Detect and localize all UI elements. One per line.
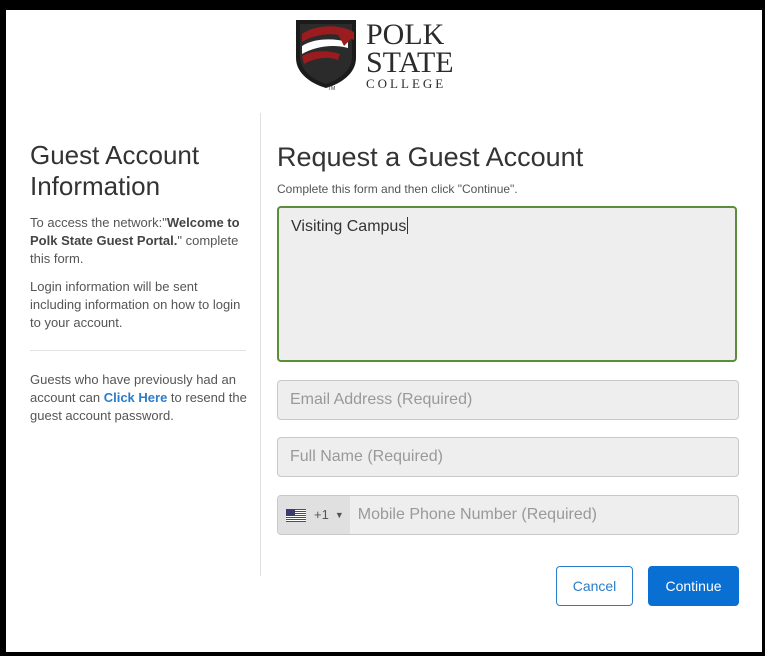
logo-line3: COLLEGE	[366, 76, 446, 91]
column-divider	[260, 113, 261, 576]
request-form-header: Request a Guest Account Complete this fo…	[277, 140, 739, 196]
eagle-shield-icon: TM POLK STATE COLLEGE	[296, 18, 454, 92]
info-resend-text: Guests who have previously had an accoun…	[30, 372, 247, 423]
info-access-text: To access the network:"Welcome to Polk S…	[30, 215, 240, 266]
email-field[interactable]: Email Address (Required)	[277, 380, 739, 420]
full-name-field[interactable]: Full Name (Required)	[277, 437, 739, 477]
country-code: +1	[314, 507, 329, 522]
phone-placeholder: Mobile Phone Number (Required)	[357, 506, 597, 523]
cancel-button[interactable]: Cancel	[556, 566, 633, 606]
logo-line2: STATE	[366, 46, 454, 79]
form-title: Request a Guest Account	[277, 142, 584, 172]
reason-value: Visiting Campus	[291, 218, 407, 235]
click-here-link[interactable]: Click Here	[104, 390, 168, 405]
guest-account-info: Guest Account Information To access the …	[30, 140, 252, 435]
text-cursor	[407, 217, 409, 234]
mobile-phone-field[interactable]: +1 ▼ Mobile Phone Number (Required)	[277, 495, 739, 535]
info-title: Guest Account Information	[30, 140, 200, 201]
svg-text:TM: TM	[328, 86, 335, 92]
us-flag-icon	[286, 508, 306, 522]
caret-down-icon: ▼	[334, 510, 344, 520]
continue-button[interactable]: Continue	[648, 566, 739, 606]
reason-textarea[interactable]: Visiting Campus	[277, 206, 737, 362]
polk-state-logo: TM POLK STATE COLLEGE	[282, 10, 492, 94]
info-login-text: Login information will be sent including…	[30, 279, 241, 330]
form-subtitle: Complete this form and then click "Conti…	[277, 182, 518, 196]
country-code-select[interactable]: +1 ▼	[278, 496, 350, 534]
info-divider	[30, 350, 246, 351]
